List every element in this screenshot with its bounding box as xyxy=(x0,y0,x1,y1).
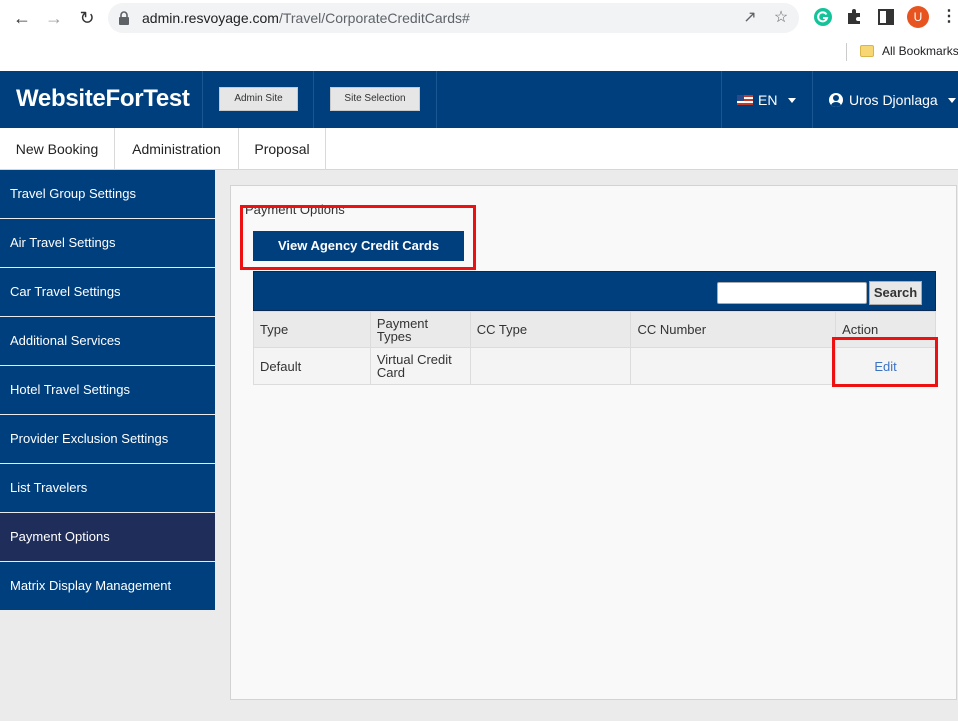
site-selection-button[interactable]: Site Selection xyxy=(330,87,420,111)
search-button[interactable]: Search xyxy=(869,281,922,305)
all-bookmarks-link[interactable]: All Bookmarks xyxy=(882,44,958,58)
column-header-payment-types[interactable]: Payment Types xyxy=(369,311,471,348)
search-input[interactable] xyxy=(717,282,867,304)
sidebar-item-travel-group-settings[interactable]: Travel Group Settings xyxy=(0,170,215,218)
menu-proposal[interactable]: Proposal xyxy=(239,128,326,170)
bookmarks-divider xyxy=(846,43,847,61)
back-arrow-icon[interactable]: ← xyxy=(11,7,33,29)
sidebar-item-matrix-display-management[interactable]: Matrix Display Management xyxy=(0,562,215,610)
column-header-cc-number[interactable]: CC Number xyxy=(630,311,837,348)
sidebar-item-provider-exclusion-settings[interactable]: Provider Exclusion Settings xyxy=(0,415,215,463)
profile-avatar[interactable]: U xyxy=(907,6,929,28)
user-name: Uros Djonlaga xyxy=(849,92,938,108)
folder-icon xyxy=(860,45,874,57)
lock-icon xyxy=(119,11,129,25)
share-icon[interactable]: ↗ xyxy=(741,9,759,27)
cell-payment-types: Virtual Credit Card xyxy=(369,347,471,385)
chevron-down-icon xyxy=(788,98,796,103)
sidebar-item-air-travel-settings[interactable]: Air Travel Settings xyxy=(0,219,215,267)
sidebar-item-hotel-travel-settings[interactable]: Hotel Travel Settings xyxy=(0,366,215,414)
sidebar-item-additional-services[interactable]: Additional Services xyxy=(0,317,215,365)
sidebar-item-car-travel-settings[interactable]: Car Travel Settings xyxy=(0,268,215,316)
grid-toolbar: Search xyxy=(253,271,936,311)
side-panel-icon[interactable] xyxy=(876,7,896,27)
bookmark-star-icon[interactable]: ☆ xyxy=(772,9,790,27)
sidebar-item-list-travelers[interactable]: List Travelers xyxy=(0,464,215,512)
header-divider xyxy=(436,71,437,128)
grammarly-extension-icon[interactable] xyxy=(813,7,833,27)
brand-logo[interactable]: WebsiteForTest xyxy=(16,85,190,113)
cell-cc-number xyxy=(630,347,837,385)
forward-arrow-icon[interactable]: → xyxy=(43,7,65,29)
highlight-box xyxy=(832,337,938,387)
menu-administration[interactable]: Administration xyxy=(115,128,239,170)
content-panel: Payment Options View Agency Credit Cards… xyxy=(230,185,957,700)
language-label: EN xyxy=(758,92,778,108)
highlight-box xyxy=(240,205,476,270)
header-divider xyxy=(202,71,203,128)
cell-type: Default xyxy=(253,347,371,385)
url-text: admin.resvoyage.com/Travel/CorporateCred… xyxy=(142,10,470,26)
address-bar[interactable]: admin.resvoyage.com/Travel/CorporateCred… xyxy=(108,3,799,33)
column-header-cc-type[interactable]: CC Type xyxy=(469,311,632,348)
menu-new-booking[interactable]: New Booking xyxy=(0,128,115,170)
reload-icon[interactable]: ↻ xyxy=(76,7,98,29)
top-menu: New Booking Administration Proposal xyxy=(0,128,958,170)
admin-site-button[interactable]: Admin Site xyxy=(219,87,298,111)
header-divider xyxy=(721,71,722,128)
column-header-type[interactable]: Type xyxy=(253,311,371,348)
extensions-puzzle-icon[interactable] xyxy=(844,7,864,27)
header-divider xyxy=(812,71,813,128)
us-flag-icon xyxy=(737,95,753,105)
sidebar-item-payment-options[interactable]: Payment Options xyxy=(0,513,215,561)
app-header: WebsiteForTest Admin Site Site Selection… xyxy=(0,71,958,128)
browser-chrome: ← → ↻ admin.resvoyage.com/Travel/Corpora… xyxy=(0,0,958,71)
user-icon xyxy=(829,93,843,107)
browser-menu-icon[interactable]: ⋮ xyxy=(941,7,957,27)
chevron-down-icon xyxy=(948,98,956,103)
header-divider xyxy=(313,71,314,128)
cell-cc-type xyxy=(469,347,632,385)
